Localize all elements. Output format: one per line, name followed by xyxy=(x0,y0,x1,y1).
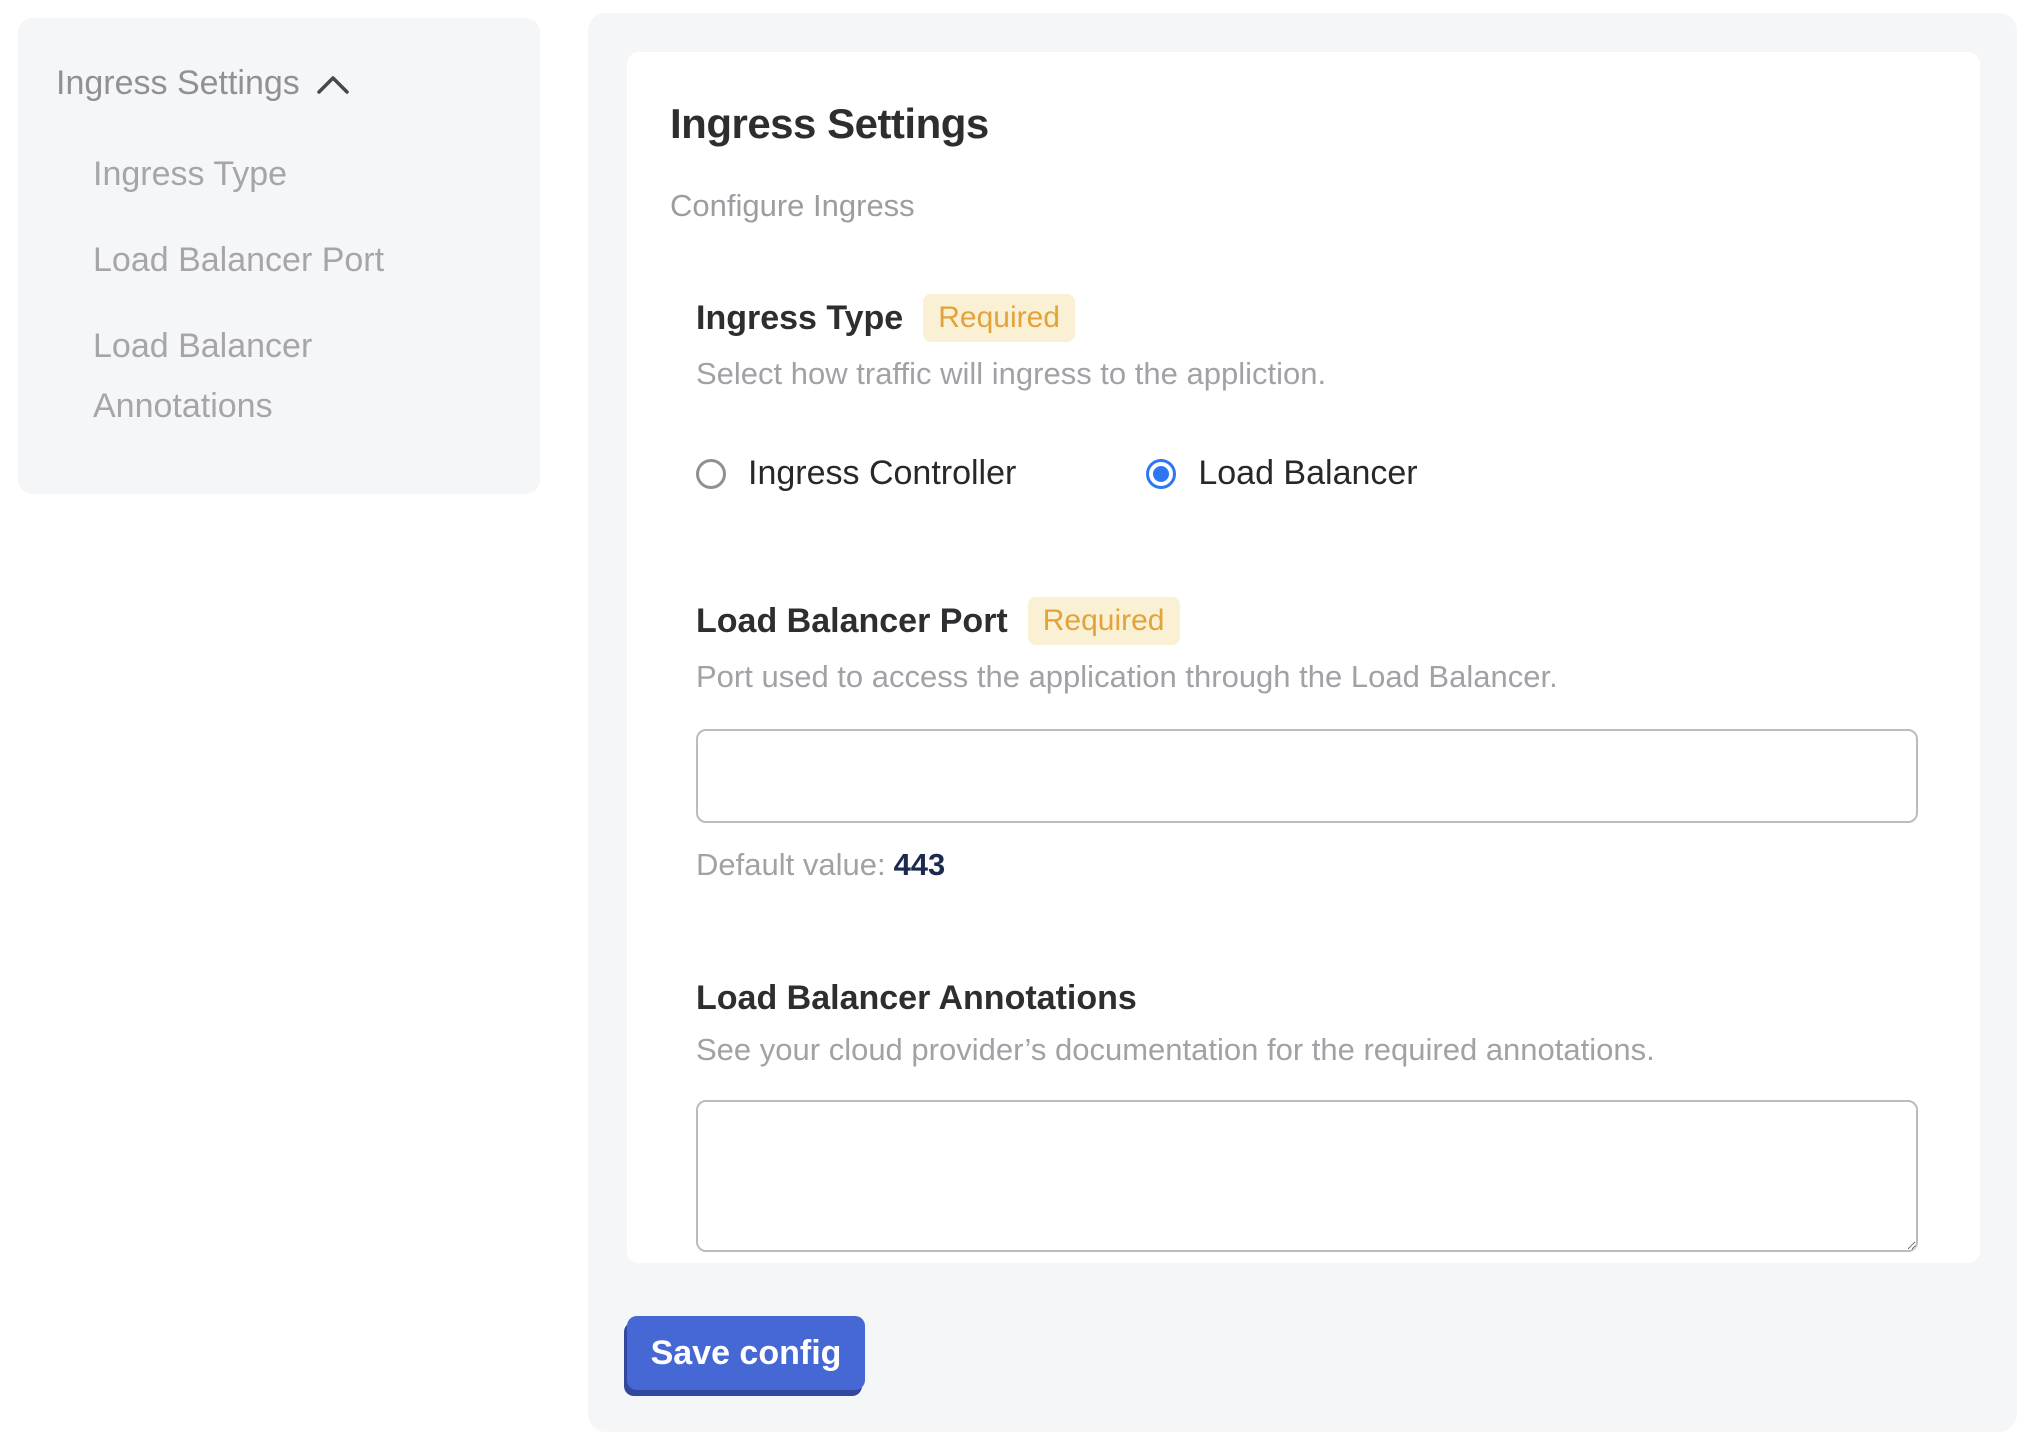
load-balancer-port-description: Port used to access the application thro… xyxy=(696,659,1937,695)
default-value-number: 443 xyxy=(894,847,946,882)
load-balancer-annotations-description: See your cloud provider’s documentation … xyxy=(696,1032,1937,1068)
radio-option-load-balancer[interactable]: Load Balancer xyxy=(1146,454,1417,493)
load-balancer-port-label: Load Balancer Port xyxy=(696,602,1008,641)
load-balancer-annotations-label: Load Balancer Annotations xyxy=(696,979,1137,1018)
ingress-type-label: Ingress Type xyxy=(696,299,903,338)
load-balancer-annotations-textarea[interactable] xyxy=(696,1100,1918,1252)
sidebar-item-list: Ingress Type Load Balancer Port Load Bal… xyxy=(93,144,413,436)
sidebar-item-load-balancer-annotations[interactable]: Load Balancer Annotations xyxy=(93,316,413,436)
load-balancer-port-input[interactable] xyxy=(696,729,1918,823)
required-badge: Required xyxy=(923,294,1075,342)
radio-label-load-balancer[interactable]: Load Balancer xyxy=(1198,454,1417,493)
form-sections: Ingress Type Required Select how traffic… xyxy=(696,294,1937,1252)
section-load-balancer-annotations-head: Load Balancer Annotations xyxy=(696,979,1937,1018)
radio-unselected-icon[interactable] xyxy=(696,459,726,489)
main-panel: Ingress Settings Configure Ingress Ingre… xyxy=(588,13,2017,1432)
radio-label-ingress-controller[interactable]: Ingress Controller xyxy=(748,454,1016,493)
settings-sidebar: Ingress Settings Ingress Type Load Balan… xyxy=(18,18,540,494)
page-subtitle: Configure Ingress xyxy=(670,188,1937,224)
ingress-type-radio-group: Ingress Controller Load Balancer xyxy=(696,454,1937,493)
ingress-type-description: Select how traffic will ingress to the a… xyxy=(696,356,1937,392)
chevron-up-icon xyxy=(316,74,350,96)
page-title: Ingress Settings xyxy=(670,100,1937,148)
sidebar-section-title: Ingress Settings xyxy=(56,58,300,108)
required-badge: Required xyxy=(1028,597,1180,645)
radio-selected-icon[interactable] xyxy=(1146,459,1176,489)
section-load-balancer-port-head: Load Balancer Port Required xyxy=(696,597,1937,645)
section-ingress-type: Ingress Type Required Select how traffic… xyxy=(696,294,1937,493)
default-value-row: Default value:443 xyxy=(696,847,1937,883)
radio-dot xyxy=(1153,466,1169,482)
ingress-settings-card: Ingress Settings Configure Ingress Ingre… xyxy=(627,52,1980,1263)
save-config-button[interactable]: Save config xyxy=(627,1316,865,1390)
section-load-balancer-port: Load Balancer Port Required Port used to… xyxy=(696,597,1937,883)
radio-option-ingress-controller[interactable]: Ingress Controller xyxy=(696,454,1016,493)
section-ingress-type-head: Ingress Type Required xyxy=(696,294,1937,342)
sidebar-item-ingress-type[interactable]: Ingress Type xyxy=(93,144,413,204)
default-value-label: Default value: xyxy=(696,847,886,882)
section-load-balancer-annotations: Load Balancer Annotations See your cloud… xyxy=(696,979,1937,1252)
sidebar-item-load-balancer-port[interactable]: Load Balancer Port xyxy=(93,230,413,290)
sidebar-section-ingress-settings[interactable]: Ingress Settings xyxy=(18,18,540,108)
